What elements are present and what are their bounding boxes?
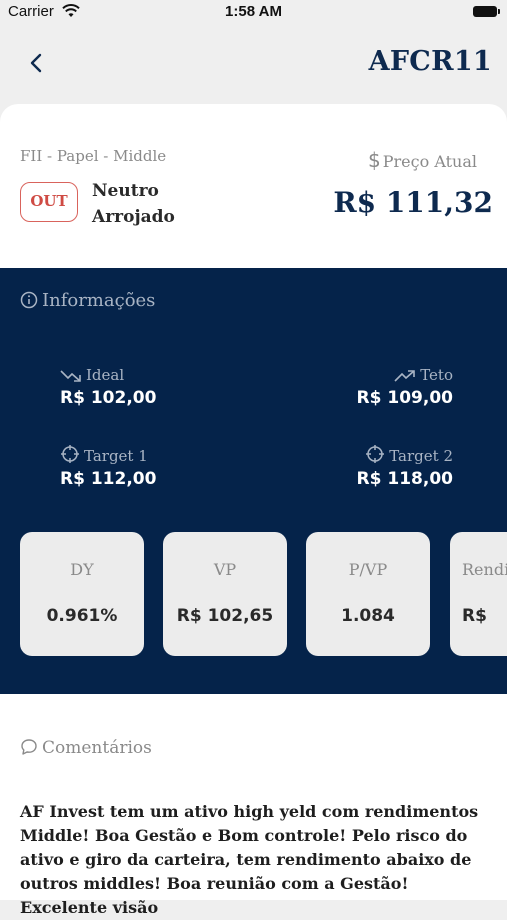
target-2-value: R$ 118,00 bbox=[356, 469, 453, 489]
metric-target-1: Target 1 R$ 112,00 bbox=[60, 444, 156, 489]
risk-profile: Neutro Arrojado bbox=[92, 178, 175, 230]
ideal-value: R$ 102,00 bbox=[60, 388, 157, 408]
metric-target-2: Target 2 R$ 118,00 bbox=[357, 444, 453, 489]
comments-title: Comentários bbox=[20, 738, 152, 758]
info-icon bbox=[20, 291, 38, 309]
target-1-label: Target 1 bbox=[84, 447, 148, 465]
stat-value: R$ bbox=[462, 606, 487, 626]
target-2-label: Target 2 bbox=[389, 447, 453, 465]
battery-icon bbox=[473, 6, 500, 17]
stat-label: P/VP bbox=[348, 560, 388, 579]
price-label: $ Preço Atual bbox=[368, 148, 477, 172]
trend-down-icon bbox=[60, 370, 81, 382]
comments-section: Comentários AF Invest tem um ativo high … bbox=[0, 694, 507, 917]
stat-label: VP bbox=[213, 560, 237, 579]
back-chevron-icon bbox=[30, 53, 42, 73]
target-1-value: R$ 112,00 bbox=[60, 469, 157, 489]
metric-ideal: Ideal R$ 102,00 bbox=[60, 366, 156, 408]
status-badge: OUT bbox=[20, 182, 78, 222]
profile-line-2: Arrojado bbox=[92, 207, 175, 227]
trend-up-icon bbox=[394, 370, 416, 382]
stat-card-pvp[interactable]: P/VP 1.084 bbox=[306, 532, 430, 656]
fund-category: FII - Papel - Middle bbox=[20, 147, 167, 165]
teto-label: Teto bbox=[420, 366, 453, 384]
price-label-text: Preço Atual bbox=[382, 152, 477, 171]
asset-header-card: FII - Papel - Middle OUT Neutro Arrojado… bbox=[0, 104, 507, 274]
stat-card-vp[interactable]: VP R$ 102,65 bbox=[163, 532, 287, 656]
teto-value: R$ 109,00 bbox=[356, 388, 453, 408]
info-panel: Informações Ideal R$ 102,00 Teto R$ 109,… bbox=[0, 268, 507, 694]
stat-value: R$ 102,65 bbox=[176, 606, 274, 626]
info-title-text: Informações bbox=[42, 290, 156, 311]
metric-teto: Teto R$ 109,00 bbox=[357, 366, 453, 408]
stat-label: DY bbox=[70, 560, 94, 579]
nav-bar: AFCR11 bbox=[0, 36, 507, 92]
page-title: AFCR11 bbox=[368, 46, 492, 77]
comments-title-text: Comentários bbox=[42, 738, 152, 758]
current-price: R$ 111,32 bbox=[333, 186, 493, 219]
stat-card-rendimento[interactable]: Rendi R$ bbox=[450, 532, 507, 656]
status-bar: Carrier 1:58 AM bbox=[0, 0, 507, 26]
target-icon bbox=[366, 445, 385, 463]
stat-card-dy[interactable]: DY 0.961% bbox=[20, 532, 144, 656]
ideal-label: Ideal bbox=[86, 366, 125, 384]
comment-icon bbox=[21, 739, 37, 755]
target-icon bbox=[61, 445, 79, 463]
comment-body: AF Invest tem um ativo high yeld com ren… bbox=[20, 802, 479, 917]
back-button[interactable] bbox=[22, 48, 52, 78]
stat-value: 0.961% bbox=[46, 606, 118, 626]
clock: 1:58 AM bbox=[225, 3, 282, 20]
stat-value: 1.084 bbox=[341, 606, 395, 626]
stat-label: Rendi bbox=[462, 560, 507, 579]
dollar-icon: $ bbox=[368, 148, 381, 172]
info-section-title: Informações bbox=[20, 290, 155, 311]
profile-line-1: Neutro bbox=[92, 181, 159, 201]
